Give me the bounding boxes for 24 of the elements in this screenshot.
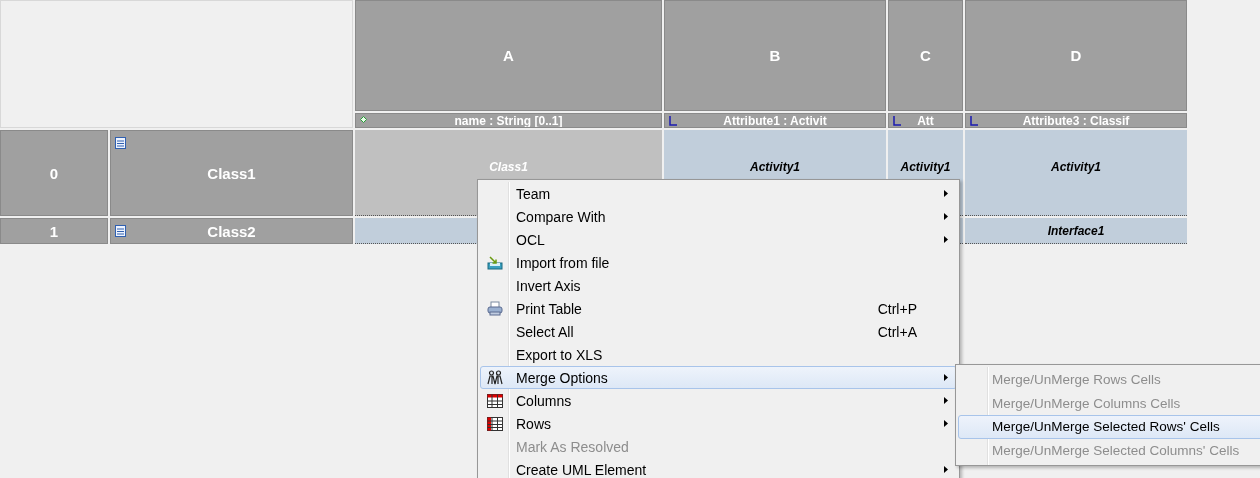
menu-item[interactable]: Rows (480, 412, 957, 435)
printer-icon (487, 301, 503, 316)
table-cell[interactable]: Activity1 (965, 130, 1187, 216)
people-icon (487, 370, 503, 385)
class-icon (115, 137, 126, 149)
menu-item[interactable]: Merge/UnMerge Selected Rows' Cells (958, 415, 1260, 439)
menu-item[interactable]: Export to XLS (480, 343, 957, 366)
corner-icon (669, 116, 677, 126)
corner-icon (970, 116, 978, 126)
tray-import-icon (487, 255, 503, 270)
menu-item[interactable]: OCL (480, 228, 957, 251)
menu-item[interactable]: Import from file (480, 251, 957, 274)
menu-item[interactable]: Columns (480, 389, 957, 412)
table-icon (487, 416, 503, 431)
menu-item[interactable]: Select All Ctrl+A (480, 320, 957, 343)
menu-item[interactable]: Create UML Element (480, 458, 957, 478)
table-cell[interactable]: Interface1 (965, 218, 1187, 244)
class-icon (115, 225, 126, 237)
menu-item[interactable]: Merge Options (480, 366, 957, 389)
table-icon (487, 393, 503, 408)
corner-icon (893, 116, 901, 126)
menu-item[interactable]: Print Table Ctrl+P (480, 297, 957, 320)
diamond-icon (360, 116, 367, 123)
menu-item[interactable]: Invert Axis (480, 274, 957, 297)
